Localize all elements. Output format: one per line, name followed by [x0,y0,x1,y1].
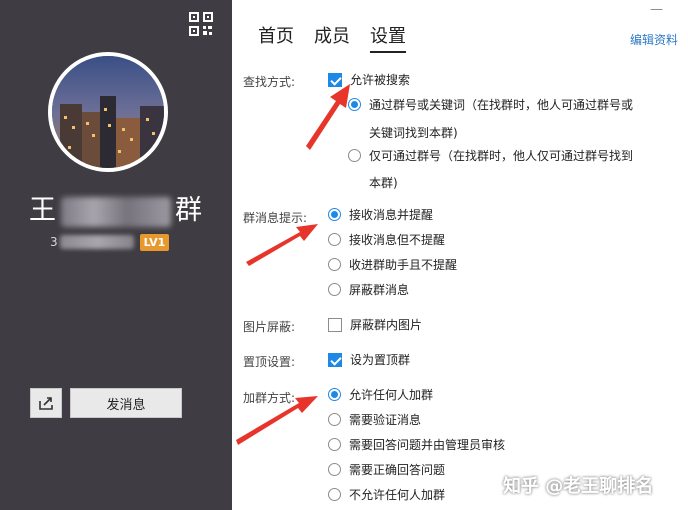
msg-assistant-text: 收进群助手且不提醒 [349,258,458,272]
join-answer-review-radio[interactable] [328,438,341,451]
join-answer-review-text: 需要回答问题并由管理员审核 [349,438,506,452]
allow-search-text: 允许被搜索 [350,73,411,87]
search-by-keyword-text-cont: 关键词找到本群) [369,126,458,140]
image-block-option[interactable]: 屏蔽群内图片 [328,315,422,335]
join-verify-radio[interactable] [328,413,341,426]
minimize-icon[interactable]: — [650,2,663,17]
join-anyone-radio[interactable] [328,388,341,401]
edit-profile-link[interactable]: 编辑资料 [630,31,678,48]
search-by-id-radio[interactable] [348,149,361,162]
share-icon [39,397,53,410]
send-message-button[interactable]: 发消息 [70,388,182,418]
allow-search-option[interactable]: 允许被搜索 [328,70,410,90]
arrow-search [306,84,350,150]
search-by-keyword-text: 通过群号或关键词（在找群时，他人可通过群号或 [369,98,634,112]
search-by-id-text-cont: 本群) [369,176,398,190]
msg-no-notify-radio[interactable] [328,233,341,246]
msg-option-assistant[interactable]: 收进群助手且不提醒 [328,255,457,275]
join-option-verify[interactable]: 需要验证消息 [328,410,421,430]
msg-block-radio[interactable] [328,283,341,296]
arrow-message [246,224,318,266]
join-answer-correct-radio[interactable] [328,463,341,476]
group-name-start: 王 [29,195,57,226]
join-method-label: 加群方式: [243,391,296,405]
msg-option-block[interactable]: 屏蔽群消息 [328,280,409,300]
join-anyone-text: 允许任何人加群 [349,388,434,402]
tab-members[interactable]: 成员 [314,22,350,53]
search-by-keyword-radio[interactable] [348,98,361,111]
tab-bar: 首页 成员 设置 [258,22,426,53]
share-button[interactable] [30,388,62,418]
msg-option-no-notify[interactable]: 接收消息但不提醒 [328,230,445,250]
pin-text: 设为置顶群 [350,353,411,367]
pin-checkbox[interactable] [328,353,342,367]
search-by-id-or-keyword-option[interactable]: 通过群号或关键词（在找群时，他人可通过群号或 [348,95,633,115]
level-badge: LV1 [139,233,170,251]
watermark: 知乎 @老王聊排名 [503,476,654,497]
search-method-label: 查找方式: [243,75,296,89]
group-id-row: 3 LV1 [50,233,170,251]
msg-notify-radio[interactable] [328,208,341,221]
allow-search-checkbox[interactable] [328,73,342,87]
search-by-id-text: 仅可通过群号（在找群时，他人仅可通过群号找到 [369,149,634,163]
msg-option-notify[interactable]: 接收消息并提醒 [328,205,433,225]
pin-label: 置顶设置: [243,355,296,369]
group-name-end: 群 [175,195,203,226]
join-option-answer-review[interactable]: 需要回答问题并由管理员审核 [328,435,505,455]
join-verify-text: 需要验证消息 [349,413,422,427]
blurred-group-id [59,235,134,249]
group-id: 3 [50,235,58,249]
search-by-id-only-option[interactable]: 仅可通过群号（在找群时，他人仅可通过群号找到 [348,146,633,166]
join-answer-correct-text: 需要正确回答问题 [349,463,446,477]
join-option-answer-correct[interactable]: 需要正确回答问题 [328,460,445,480]
group-profile-panel: 王群 3 LV1 发消息 [0,0,232,510]
image-block-text: 屏蔽群内图片 [350,318,423,332]
join-option-anyone[interactable]: 允许任何人加群 [328,385,433,405]
group-name: 王群 [0,188,232,227]
join-none-text: 不允许任何人加群 [349,488,446,502]
tab-settings[interactable]: 设置 [370,22,406,53]
image-block-label: 图片屏蔽: [243,320,296,334]
blurred-name [61,196,171,227]
msg-block-text: 屏蔽群消息 [349,283,410,297]
pin-option[interactable]: 设为置顶群 [328,350,410,370]
group-avatar[interactable] [48,52,168,172]
join-none-radio[interactable] [328,488,341,501]
qr-code-icon[interactable] [189,12,213,36]
msg-no-notify-text: 接收消息但不提醒 [349,233,446,247]
tab-home[interactable]: 首页 [258,22,294,53]
image-block-checkbox[interactable] [328,318,342,332]
msg-assistant-radio[interactable] [328,258,341,271]
msg-notify-text: 接收消息并提醒 [349,208,434,222]
join-option-none[interactable]: 不允许任何人加群 [328,485,445,505]
message-notify-label: 群消息提示: [243,211,308,225]
